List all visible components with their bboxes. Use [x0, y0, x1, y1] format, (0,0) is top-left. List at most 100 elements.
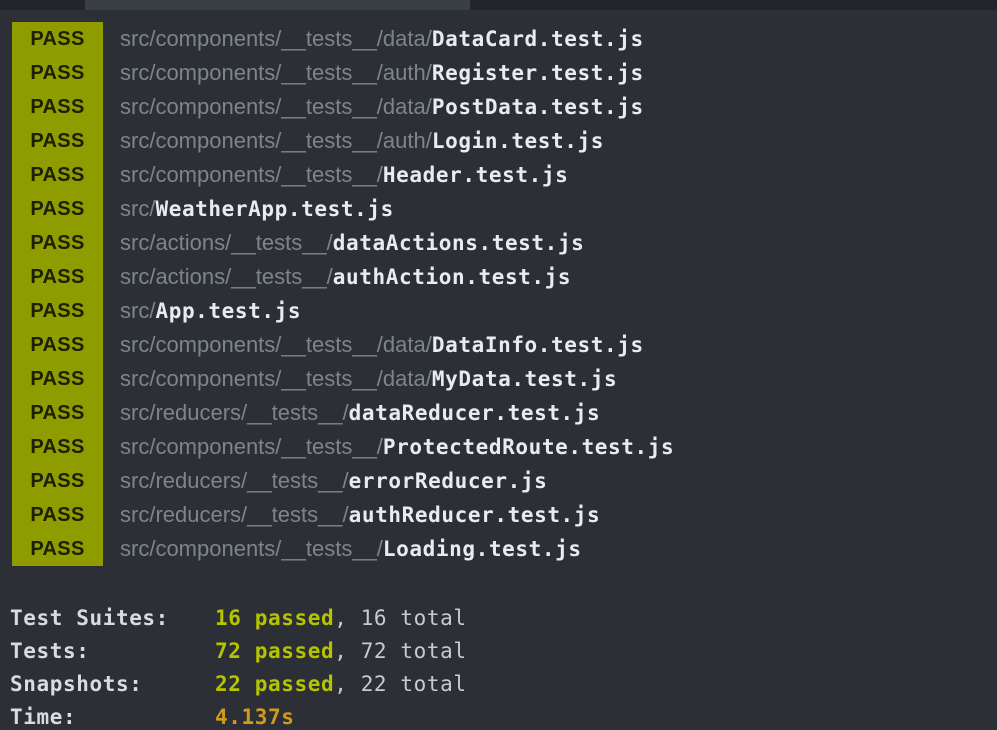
summary-label: Tests: — [10, 638, 90, 663]
test-summary: Test Suites: 16 passed, 16 total Tests: 72… — [10, 601, 467, 730]
passed-count: 72 passed — [215, 638, 335, 663]
test-dir: src/components/__tests__/data/ — [120, 366, 432, 391]
summary-time: Time: 4.137s — [10, 700, 467, 730]
summary-snapshots: Snapshots: 22 passed, 22 total — [10, 667, 467, 700]
test-file-name: authReducer.test.js — [348, 503, 601, 527]
test-dir: src/components/__tests__/ — [120, 434, 383, 459]
test-result-row: PASS src/components/__tests__/data/PostD… — [12, 90, 674, 124]
pass-badge: PASS — [12, 226, 103, 260]
total-count: , 16 total — [334, 605, 467, 630]
test-file-name: dataActions.test.js — [332, 231, 585, 255]
total-count: , 72 total — [334, 638, 467, 663]
test-file-path: src/components/__tests__/auth/Register.t… — [120, 60, 644, 86]
test-result-row: PASS src/components/__tests__/data/DataC… — [12, 22, 674, 56]
test-dir: src/reducers/__tests__/ — [120, 468, 349, 493]
test-file-name: Login.test.js — [431, 129, 605, 153]
test-result-row: PASS src/actions/__tests__/dataActions.t… — [12, 226, 674, 260]
test-result-row: PASS src/components/__tests__/auth/Login… — [12, 124, 674, 158]
test-file-path: src/WeatherApp.test.js — [120, 196, 394, 222]
test-file-path: src/components/__tests__/ProtectedRoute.… — [120, 434, 674, 460]
test-file-path: src/components/__tests__/data/DataCard.t… — [120, 26, 644, 52]
test-file-name: Register.test.js — [431, 61, 644, 85]
test-result-row: PASS src/reducers/__tests__/errorReducer… — [12, 464, 674, 498]
pass-badge: PASS — [12, 532, 103, 566]
test-file-path: src/App.test.js — [120, 298, 301, 324]
test-file-name: PostData.test.js — [431, 95, 644, 119]
test-dir: src/actions/__tests__/ — [120, 230, 333, 255]
test-file-name: Header.test.js — [382, 163, 569, 187]
test-dir: src/ — [120, 196, 156, 221]
summary-label: Test Suites: — [10, 605, 169, 630]
test-dir: src/components/__tests__/auth/ — [120, 60, 432, 85]
summary-label: Snapshots: — [10, 671, 143, 696]
pass-badge: PASS — [12, 396, 103, 430]
test-file-path: src/reducers/__tests__/dataReducer.test.… — [120, 400, 600, 426]
test-result-row: PASS src/components/__tests__/Header.tes… — [12, 158, 674, 192]
pass-badge: PASS — [12, 90, 103, 124]
test-file-name: errorReducer.js — [348, 469, 548, 493]
pass-badge: PASS — [12, 124, 103, 158]
test-result-row: PASS src/components/__tests__/data/DataI… — [12, 328, 674, 362]
test-file-name: App.test.js — [155, 299, 302, 323]
test-results-list: PASS src/components/__tests__/data/DataC… — [12, 22, 674, 566]
test-file-path: src/components/__tests__/data/MyData.tes… — [120, 366, 617, 392]
terminal-window: PASS src/components/__tests__/data/DataC… — [0, 0, 997, 730]
test-result-row: PASS src/components/__tests__/data/MyDat… — [12, 362, 674, 396]
test-result-row: PASS src/WeatherApp.test.js — [12, 192, 674, 226]
test-file-name: DataCard.test.js — [431, 27, 644, 51]
test-result-row: PASS src/components/__tests__/Loading.te… — [12, 532, 674, 566]
summary-tests: Tests: 72 passed, 72 total — [10, 634, 467, 667]
pass-badge: PASS — [12, 158, 103, 192]
test-dir: src/components/__tests__/ — [120, 536, 383, 561]
test-file-path: src/reducers/__tests__/authReducer.test.… — [120, 502, 600, 528]
test-result-row: PASS src/App.test.js — [12, 294, 674, 328]
active-tab[interactable] — [85, 0, 470, 10]
test-file-path: src/actions/__tests__/authAction.test.js — [120, 264, 571, 290]
test-file-path: src/components/__tests__/data/PostData.t… — [120, 94, 644, 120]
test-file-name: authAction.test.js — [332, 265, 572, 289]
terminal-tab-bar — [0, 0, 997, 10]
test-file-name: WeatherApp.test.js — [155, 197, 394, 221]
pass-badge: PASS — [12, 362, 103, 396]
pass-badge: PASS — [12, 498, 103, 532]
test-dir: src/components/__tests__/data/ — [120, 26, 432, 51]
total-count: , 22 total — [334, 671, 467, 696]
pass-badge: PASS — [12, 328, 103, 362]
test-dir: src/components/__tests__/data/ — [120, 94, 432, 119]
test-file-path: src/components/__tests__/auth/Login.test… — [120, 128, 604, 154]
test-dir: src/actions/__tests__/ — [120, 264, 333, 289]
test-file-path: src/components/__tests__/Header.test.js — [120, 162, 568, 188]
pass-badge: PASS — [12, 260, 103, 294]
pass-badge: PASS — [12, 192, 103, 226]
test-dir: src/ — [120, 298, 156, 323]
test-result-row: PASS src/components/__tests__/auth/Regis… — [12, 56, 674, 90]
test-file-path: src/actions/__tests__/dataActions.test.j… — [120, 230, 584, 256]
test-dir: src/components/__tests__/ — [120, 162, 383, 187]
time-value: 4.137s — [215, 704, 295, 729]
test-file-path: src/reducers/__tests__/errorReducer.js — [120, 468, 547, 494]
test-dir: src/reducers/__tests__/ — [120, 502, 349, 527]
pass-badge: PASS — [12, 464, 103, 498]
pass-badge: PASS — [12, 294, 103, 328]
test-dir: src/reducers/__tests__/ — [120, 400, 349, 425]
pass-badge: PASS — [12, 56, 103, 90]
test-result-row: PASS src/actions/__tests__/authAction.te… — [12, 260, 674, 294]
test-result-row: PASS src/reducers/__tests__/authReducer.… — [12, 498, 674, 532]
pass-badge: PASS — [12, 22, 103, 56]
passed-count: 16 passed — [215, 605, 335, 630]
test-file-name: ProtectedRoute.test.js — [382, 435, 675, 459]
summary-suites: Test Suites: 16 passed, 16 total — [10, 601, 467, 634]
test-result-row: PASS src/components/__tests__/ProtectedR… — [12, 430, 674, 464]
pass-badge: PASS — [12, 430, 103, 464]
test-file-path: src/components/__tests__/data/DataInfo.t… — [120, 332, 644, 358]
test-file-name: DataInfo.test.js — [431, 333, 644, 357]
test-file-name: Loading.test.js — [382, 537, 582, 561]
test-file-name: MyData.test.js — [431, 367, 618, 391]
test-file-name: dataReducer.test.js — [348, 401, 601, 425]
test-dir: src/components/__tests__/auth/ — [120, 128, 432, 153]
summary-label: Time: — [10, 704, 77, 729]
test-result-row: PASS src/reducers/__tests__/dataReducer.… — [12, 396, 674, 430]
test-dir: src/components/__tests__/data/ — [120, 332, 432, 357]
passed-count: 22 passed — [215, 671, 335, 696]
test-file-path: src/components/__tests__/Loading.test.js — [120, 536, 582, 562]
